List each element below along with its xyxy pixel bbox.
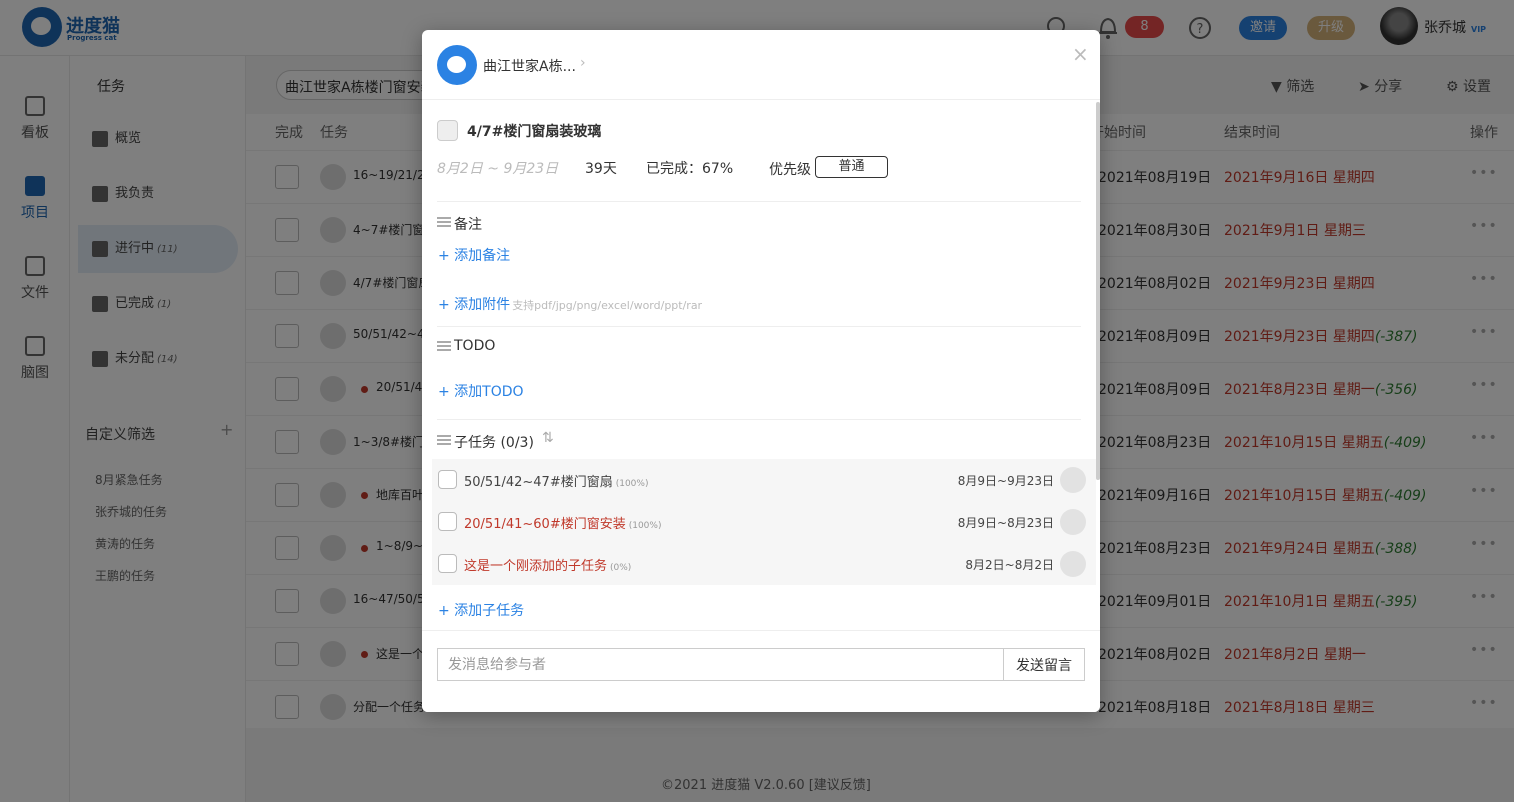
close-icon[interactable]: ×	[1072, 42, 1089, 66]
task-duration: 39天	[585, 161, 617, 177]
priority-select[interactable]: 普通	[815, 156, 888, 178]
subtask-label: 这是一个刚添加的子任务	[464, 559, 608, 574]
message-input[interactable]	[437, 648, 1004, 681]
subtask-name[interactable]: 20/51/41~60#楼门窗安装 (100%)	[464, 513, 661, 532]
send-message-button[interactable]: 发送留言	[1003, 648, 1085, 681]
sort-icon[interactable]: ⇅	[542, 430, 554, 446]
divider	[437, 419, 1081, 420]
add-attachment-label: + 添加附件	[438, 297, 511, 313]
attachment-hint: 支持pdf/jpg/png/excel/word/ppt/rar	[512, 299, 703, 312]
subtask-percent: (100%)	[615, 479, 649, 489]
chevron-right-icon[interactable]: ›	[580, 55, 586, 71]
subtasks-icon	[437, 435, 451, 445]
subtask-row[interactable]: 50/51/42~47#楼门窗扇 (100%) 8月9日~9月23日	[432, 459, 1096, 501]
subtask-name[interactable]: 这是一个刚添加的子任务 (0%)	[464, 555, 631, 574]
subtask-label: 20/51/41~60#楼门窗安装	[464, 517, 626, 532]
subtask-date-range: 8月9日~9月23日	[957, 474, 1054, 488]
add-todo-link[interactable]: + 添加TODO	[438, 381, 524, 401]
divider	[437, 326, 1081, 327]
subtask-percent: (0%)	[610, 563, 632, 573]
task-detail-modal: 曲江世家A栋... › × 4/7#楼门窗扇装玻璃 8月2日 ~ 9月23日 3…	[422, 30, 1100, 712]
priority-label: 优先级	[769, 162, 811, 178]
subtask-label: 50/51/42~47#楼门窗扇	[464, 475, 613, 490]
subtask-date-range: 8月2日~8月2日	[965, 558, 1054, 572]
modal-header: 曲江世家A栋... › ×	[422, 30, 1100, 100]
subtask-checkbox[interactable]	[438, 470, 457, 489]
project-breadcrumb[interactable]: 曲江世家A栋...	[483, 56, 576, 76]
task-date-range[interactable]: 8月2日 ~ 9月23日	[437, 158, 558, 178]
subtask-row[interactable]: 这是一个刚添加的子任务 (0%) 8月2日~8月2日	[432, 543, 1096, 585]
avatar[interactable]	[1060, 467, 1086, 493]
modal-body: 4/7#楼门窗扇装玻璃 8月2日 ~ 9月23日 39天 已完成：67% 优先级…	[422, 100, 1096, 630]
todo-title: TODO	[454, 338, 496, 354]
todo-icon	[437, 341, 451, 351]
scrollbar[interactable]	[1096, 102, 1100, 480]
notes-icon	[437, 217, 451, 227]
divider	[437, 201, 1081, 202]
subtask-percent: (100%)	[628, 521, 662, 531]
subtask-date-range: 8月9日~8月23日	[957, 516, 1054, 530]
notes-title: 备注	[454, 217, 482, 233]
avatar[interactable]	[1060, 551, 1086, 577]
add-note-link[interactable]: + 添加备注	[438, 245, 510, 265]
task-progress: 已完成：67%	[646, 161, 734, 177]
subtasks-title: 子任务 (0/3)	[454, 435, 534, 451]
subtask-checkbox[interactable]	[438, 512, 457, 531]
add-subtask-link[interactable]: + 添加子任务	[438, 600, 524, 620]
modal-footer: 发送留言	[422, 630, 1100, 712]
project-logo-icon	[437, 45, 477, 85]
task-complete-checkbox[interactable]	[437, 120, 458, 141]
task-title[interactable]: 4/7#楼门窗扇装玻璃	[467, 121, 601, 141]
subtask-name[interactable]: 50/51/42~47#楼门窗扇 (100%)	[464, 471, 648, 490]
subtask-row[interactable]: 20/51/41~60#楼门窗安装 (100%) 8月9日~8月23日	[432, 501, 1096, 543]
avatar[interactable]	[1060, 509, 1086, 535]
add-attachment-link[interactable]: + 添加附件 支持pdf/jpg/png/excel/word/ppt/rar	[438, 294, 702, 314]
subtask-checkbox[interactable]	[438, 554, 457, 573]
